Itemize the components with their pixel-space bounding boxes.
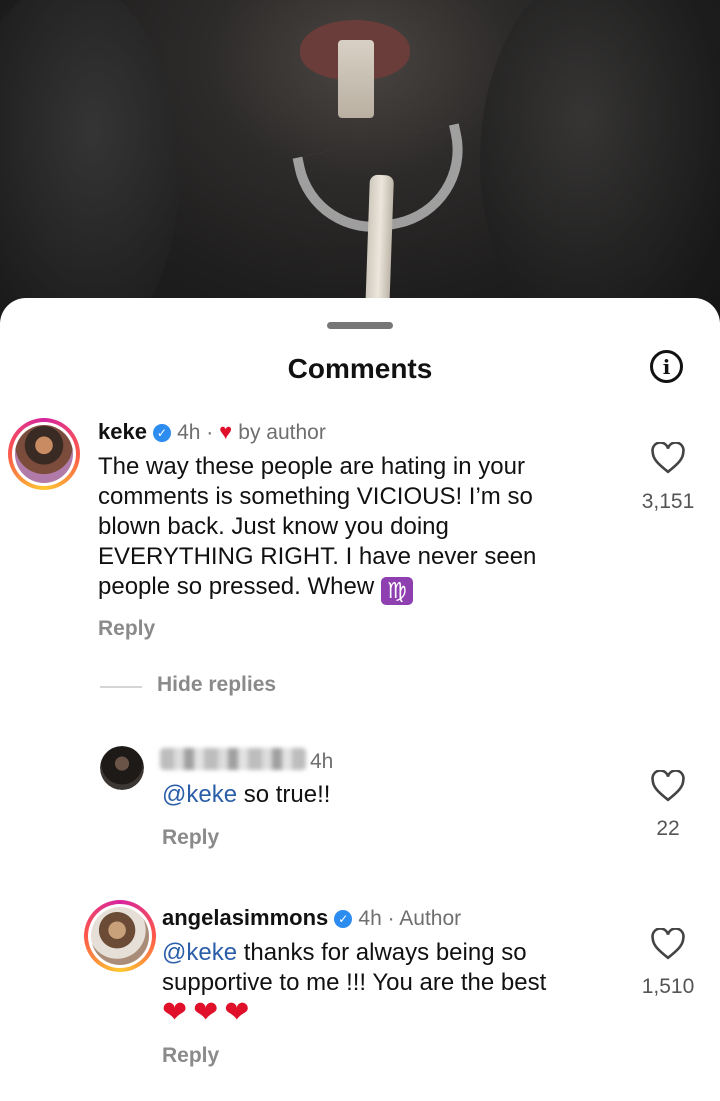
divider-line xyxy=(100,686,142,688)
timestamp: 4h xyxy=(358,907,382,930)
comments-sheet: Comments i keke ✓ 4h · ♥ by author The wa… xyxy=(0,298,720,1101)
sheet-title: Comments xyxy=(287,353,433,384)
mention-link[interactable]: @keke xyxy=(162,939,237,966)
reply-text: @keke thanks for always being so support… xyxy=(162,938,632,998)
verified-badge-icon: ✓ xyxy=(152,424,171,442)
sheet-drag-handle[interactable] xyxy=(327,322,393,329)
timestamp: 4h xyxy=(310,750,334,773)
hair-right xyxy=(480,0,720,340)
comment-line: people so pressed. Whew ♍ xyxy=(98,572,618,605)
liked-by-author-label: by author xyxy=(238,421,326,444)
like-heart-icon[interactable] xyxy=(650,928,686,960)
comment-line: The way these people are hating in your xyxy=(98,453,525,480)
comment-line: blown back. Just know you doing xyxy=(98,513,449,540)
like-count: 1,510 xyxy=(641,975,695,998)
mention-link[interactable]: @keke xyxy=(162,781,237,808)
reply-button[interactable]: Reply xyxy=(162,826,219,850)
blurred-username xyxy=(160,748,306,770)
reply-header: angelasimmons ✓ 4h · Author xyxy=(162,905,462,930)
author-label: Author xyxy=(399,907,462,930)
author-liked-heart-icon: ♥ xyxy=(219,419,233,444)
reply-body: so true!! xyxy=(237,781,331,808)
reply-text: @keke so true!! xyxy=(162,780,330,810)
reply-body: supportive to me !!! You are the best xyxy=(162,969,547,996)
hair-left xyxy=(0,0,180,340)
reply-body: thanks for always being so xyxy=(237,939,527,966)
comment-header: keke ✓ 4h · ♥ by author xyxy=(98,419,326,444)
avatar-keke[interactable] xyxy=(8,418,80,490)
avatar-angelasimmons[interactable] xyxy=(84,900,156,972)
virgo-emoji-icon: ♍ xyxy=(380,577,413,605)
username[interactable]: keke xyxy=(98,419,147,444)
info-icon[interactable]: i xyxy=(650,350,683,383)
comment-text: The way these people are hating in your … xyxy=(98,452,618,605)
reply-header: 4h xyxy=(310,748,333,774)
like-heart-icon[interactable] xyxy=(650,442,686,474)
verified-badge-icon: ✓ xyxy=(334,910,353,928)
avatar-reply-user[interactable] xyxy=(100,746,144,790)
comment-line: comments is something VICIOUS! I’m so xyxy=(98,483,533,510)
reply-button[interactable]: Reply xyxy=(162,1044,219,1068)
username[interactable]: angelasimmons xyxy=(162,905,328,930)
post-background-image xyxy=(0,0,720,340)
reply-button[interactable]: Reply xyxy=(98,617,155,641)
like-heart-icon[interactable] xyxy=(650,770,686,802)
like-count: 22 xyxy=(656,817,680,840)
like-count: 3,151 xyxy=(641,490,695,513)
timestamp: 4h xyxy=(177,421,201,444)
fork-head xyxy=(338,40,374,118)
red-hearts-emoji: ❤❤❤ xyxy=(162,996,256,1029)
comment-line: EVERYTHING RIGHT. I have never seen xyxy=(98,543,537,570)
hide-replies-button[interactable]: Hide replies xyxy=(157,673,276,697)
